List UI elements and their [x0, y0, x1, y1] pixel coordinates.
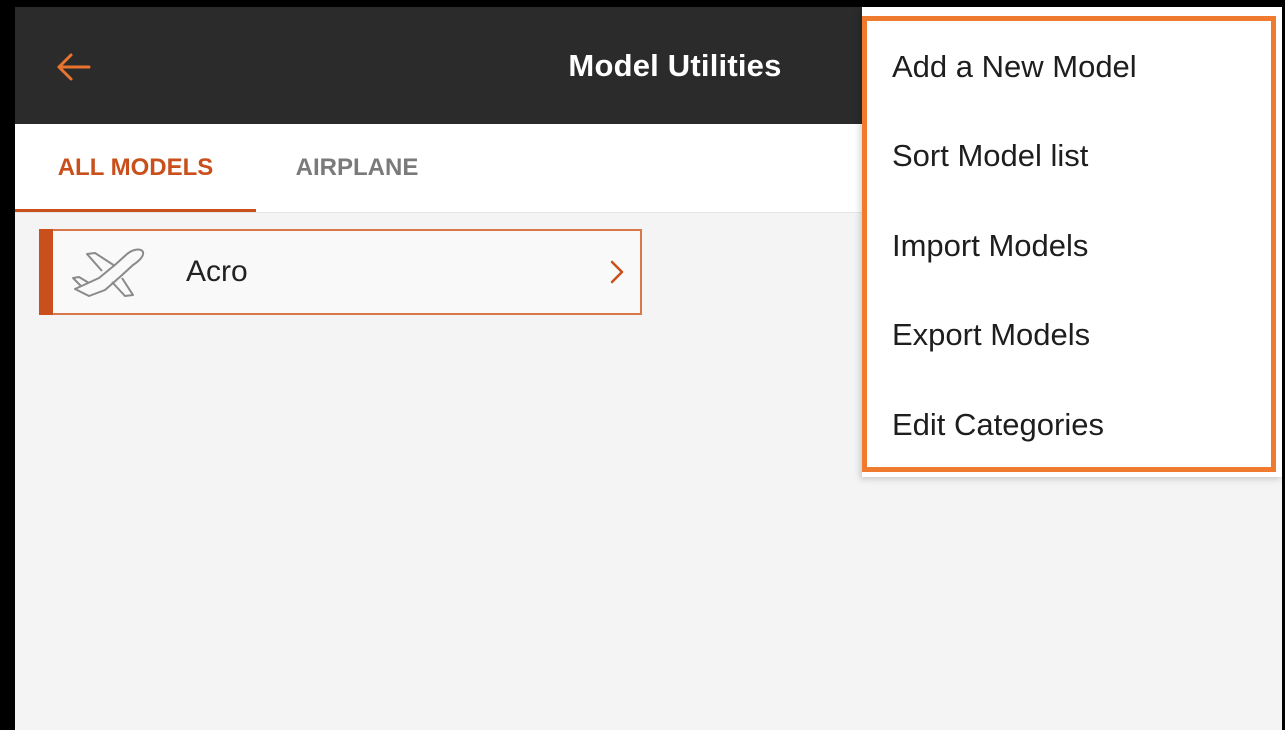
back-button[interactable]: [45, 43, 101, 91]
menu-item-import-models[interactable]: Import Models: [862, 201, 1282, 290]
model-name: Acro: [186, 255, 248, 288]
arrow-left-icon: [57, 53, 91, 81]
menu-item-export-models[interactable]: Export Models: [862, 290, 1282, 379]
menu-item-edit-categories[interactable]: Edit Categories: [862, 380, 1282, 469]
airplane-icon: [72, 248, 145, 297]
active-tab-indicator: [15, 209, 256, 212]
tab-airplane-label: AIRPLANE: [295, 154, 419, 181]
tab-airplane[interactable]: AIRPLANE: [267, 124, 447, 212]
tab-all-models-label: ALL MODELS: [57, 154, 214, 181]
model-list-item[interactable]: Acro: [39, 229, 642, 315]
chevron-right-icon: [610, 260, 624, 284]
selected-indicator: [39, 229, 53, 315]
menu-item-sort-model-list[interactable]: Sort Model list: [862, 111, 1282, 200]
overflow-menu: Add a New Model Sort Model list Import M…: [862, 7, 1282, 477]
screen: Model Utilities ALL MODELS AIRPLANE Acro…: [0, 0, 1285, 730]
menu-item-add-new-model[interactable]: Add a New Model: [862, 22, 1282, 111]
tab-all-models[interactable]: ALL MODELS: [15, 124, 256, 212]
